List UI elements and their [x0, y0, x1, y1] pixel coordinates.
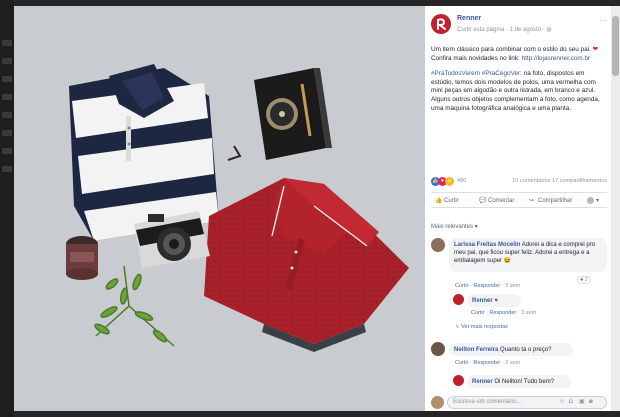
- reply-arrow-icon: ↳: [455, 324, 460, 330]
- comment-meta: Curtir · Responder · 3 sem: [455, 360, 521, 366]
- post-details-panel: Renner Curtir esta página · 1 de agosto …: [425, 6, 611, 411]
- audience-selector[interactable]: ▾: [587, 197, 599, 204]
- comment-like-link[interactable]: Curtir: [455, 360, 468, 366]
- post-header: Renner Curtir esta página · 1 de agosto …: [431, 14, 607, 40]
- emoji-icon[interactable]: ☺: [559, 399, 565, 405]
- avatar[interactable]: [431, 342, 445, 356]
- comment-text: Oi Neilton! Tudo bem?: [494, 379, 555, 385]
- post-actions: 👍 Curtir 💬 Comentar ↪ Compartilhar ▾: [431, 192, 607, 208]
- heart-emoji-icon: ♥: [494, 298, 498, 304]
- comment-like-link[interactable]: Curtir: [455, 283, 468, 289]
- sticker-icon[interactable]: ◙: [589, 399, 595, 405]
- comment-reply-link[interactable]: Responder: [473, 283, 500, 289]
- reply-item: Renner ♥ Curtir · Responder · 3 sem: [431, 294, 607, 318]
- comment-bubble: Larissa Freitas Mocelin Adorei a dica e …: [449, 238, 607, 272]
- share-label: Compartilhar: [538, 198, 573, 205]
- product-photo-illustration: [14, 6, 425, 411]
- comment-like-link[interactable]: Curtir: [471, 310, 484, 316]
- comment-share-stats[interactable]: 10 comentários 17 compartilhamentos: [512, 178, 607, 184]
- comment-item: Larissa Freitas Mocelin Adorei a dica e …: [431, 238, 607, 289]
- scrollbar-thumb[interactable]: [612, 16, 619, 76]
- post-subtitle: Curtir esta página · 1 de agosto · ◍: [457, 27, 552, 33]
- comment-reply-link[interactable]: Responder: [473, 360, 500, 366]
- comment-author[interactable]: Renner: [472, 379, 493, 385]
- comment-time[interactable]: 3 sem: [505, 360, 520, 366]
- globe-icon: ◍: [546, 27, 552, 33]
- share-button[interactable]: ↪ Compartilhar: [529, 197, 572, 204]
- like-label: Curtir: [444, 198, 459, 205]
- like-page-link[interactable]: Curtir esta página: [457, 27, 504, 33]
- comment-author[interactable]: Renner: [472, 298, 493, 304]
- comment-meta: Curtir · Responder · 3 sem: [455, 283, 521, 289]
- comment-item: Neilton Ferreira Quanto tá o preço? Curt…: [431, 342, 607, 370]
- share-icon: ↪: [529, 198, 535, 204]
- reply-bubble: Renner ♥: [467, 294, 521, 307]
- comment-sort-dropdown[interactable]: Mais relevantes ▾: [431, 223, 478, 230]
- background-feed-strip: [0, 0, 14, 417]
- reactions-bar: 👍 ♥ ☺ 490 10 comentários 17 compartilham…: [431, 176, 607, 188]
- comment-time[interactable]: 3 sem: [505, 283, 520, 289]
- cup: [66, 236, 98, 280]
- post-text-part: Um item clássico para combinar com o est…: [431, 46, 593, 53]
- post-photo[interactable]: [14, 6, 425, 411]
- avatar: [431, 396, 444, 409]
- more-replies-label: Ver mais respostas: [461, 324, 508, 330]
- comment-composer: Escreva um comentário... ☺ ◘ ▣ ◙: [431, 396, 607, 409]
- haha-reaction-icon[interactable]: ☺: [445, 177, 454, 186]
- like-reaction-icon: ●: [580, 277, 584, 283]
- comment-text: Quanto tá o preço?: [500, 347, 552, 353]
- reply-bubble: Renner Oi Neilton! Tudo bem?: [467, 375, 571, 388]
- like-icon: 👍: [435, 198, 443, 204]
- panel-scrollbar[interactable]: [611, 6, 620, 411]
- avatar: [587, 197, 594, 204]
- comment-meta: Curtir · Responder · 3 sem: [471, 310, 537, 316]
- camera-icon[interactable]: ◘: [569, 399, 575, 405]
- reaction-count[interactable]: 490: [457, 178, 466, 184]
- avatar[interactable]: [453, 375, 464, 386]
- comment-author[interactable]: Neilton Ferreira: [454, 347, 498, 353]
- gif-icon[interactable]: ▣: [579, 399, 585, 405]
- comment-bubble: Neilton Ferreira Quanto tá o preço?: [449, 343, 573, 356]
- heart-emoji-icon: ❤: [592, 46, 598, 53]
- post-date[interactable]: 1 de agosto: [510, 27, 541, 33]
- comment-reaction-count: 2: [584, 277, 588, 283]
- hashtags[interactable]: #PraTodosVerem #PraCegoVer: [431, 70, 520, 77]
- avatar[interactable]: [431, 238, 445, 252]
- comment-reply-link[interactable]: Responder: [489, 310, 516, 316]
- comment-time[interactable]: 3 sem: [521, 310, 536, 316]
- post-link[interactable]: http://lojasrenner.com.br: [522, 55, 591, 62]
- grin-emoji-icon: 😆: [503, 258, 512, 264]
- comment-reactions[interactable]: ● 2: [577, 276, 591, 284]
- comment-label: Comentar: [488, 198, 515, 205]
- more-replies-link[interactable]: ↳ Ver mais respostas: [455, 324, 508, 330]
- page-avatar[interactable]: [431, 14, 451, 34]
- renner-logo-icon: [437, 18, 446, 30]
- post-text-part: Confira mais novidades no link:: [431, 54, 522, 62]
- like-button[interactable]: 👍 Curtir: [435, 197, 459, 204]
- avatar[interactable]: [453, 294, 464, 305]
- comment-button[interactable]: 💬 Comentar: [479, 197, 514, 204]
- page-name-link[interactable]: Renner: [457, 15, 481, 22]
- comment-author[interactable]: Larissa Freitas Mocelin: [454, 242, 520, 248]
- more-options-icon[interactable]: ···: [599, 16, 607, 25]
- comment-icon: 💬: [479, 198, 487, 204]
- post-text: Um item clássico para combinar com o est…: [431, 46, 607, 120]
- reply-item: Renner Oi Neilton! Tudo bem?: [431, 375, 607, 389]
